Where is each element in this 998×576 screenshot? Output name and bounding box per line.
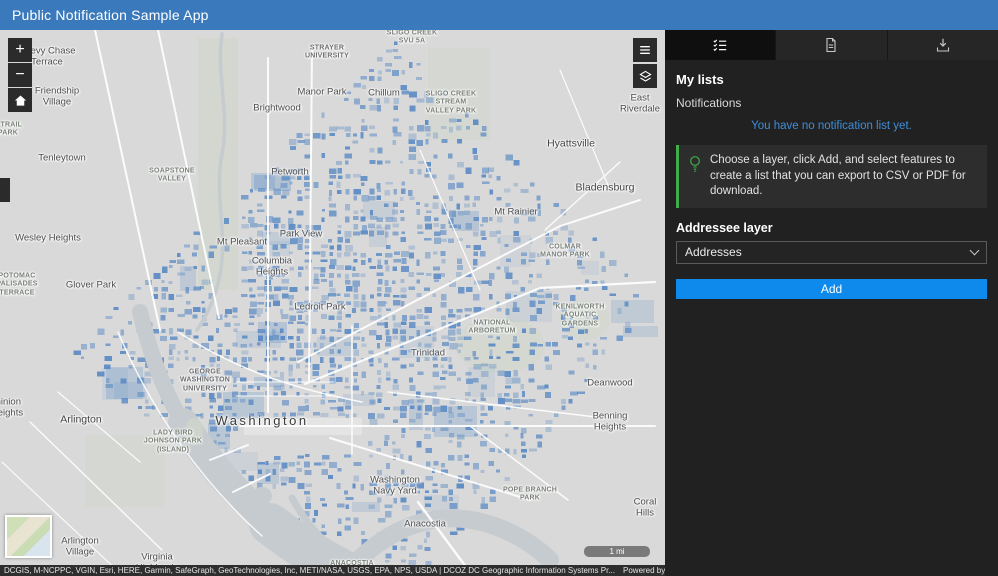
basemap-canvas xyxy=(0,30,665,576)
hint-text: Choose a layer, click Add, and select fe… xyxy=(710,153,978,200)
tab-lists[interactable] xyxy=(665,30,776,60)
map-top-right-controls xyxy=(633,38,657,88)
layers-icon xyxy=(638,69,653,84)
layers-button[interactable] xyxy=(633,64,657,88)
basemap-toggle[interactable] xyxy=(5,515,52,558)
panel-body: My lists Notifications You have no notif… xyxy=(665,60,998,311)
layer-select[interactable]: Addresses xyxy=(676,241,987,264)
home-button[interactable] xyxy=(8,88,32,112)
add-button[interactable]: Add xyxy=(676,279,987,299)
side-panel: My lists Notifications You have no notif… xyxy=(665,30,998,576)
app-title: Public Notification Sample App xyxy=(12,7,209,23)
app-header: Public Notification Sample App xyxy=(0,0,998,30)
tab-report[interactable] xyxy=(776,30,887,60)
map-view[interactable]: Chevy Chase TerraceFriendship VillageT T… xyxy=(0,30,665,576)
panel-tabs xyxy=(665,30,998,60)
collapsed-widget-button[interactable] xyxy=(0,178,10,202)
scale-bar-label: 1 mi xyxy=(609,547,624,556)
notifications-label: Notifications xyxy=(676,96,987,110)
tab-download[interactable] xyxy=(888,30,998,60)
scale-bar: 1 mi xyxy=(584,546,650,557)
zoom-in-button[interactable]: + xyxy=(8,38,32,62)
menu-button[interactable] xyxy=(633,38,657,62)
zoom-control: + − xyxy=(8,38,32,87)
layer-select-value: Addresses xyxy=(685,245,742,259)
hint-box: Choose a layer, click Add, and select fe… xyxy=(676,145,987,208)
home-icon xyxy=(13,93,28,108)
chevron-down-icon xyxy=(970,245,980,255)
my-lists-title: My lists xyxy=(676,72,987,87)
checklist-icon xyxy=(712,37,728,53)
hamburger-icon xyxy=(638,43,652,57)
download-icon xyxy=(935,37,951,53)
empty-list-message: You have no notification list yet. xyxy=(676,120,987,132)
zoom-out-button[interactable]: − xyxy=(8,63,32,87)
addressee-layer-label: Addressee layer xyxy=(676,221,987,235)
file-icon xyxy=(823,37,839,53)
attribution-text: DCGIS, M-NCPPC, VGIN, Esri, HERE, Garmin… xyxy=(4,566,615,575)
powered-by-esri: Powered by Esri xyxy=(615,566,665,575)
attribution-bar: DCGIS, M-NCPPC, VGIN, Esri, HERE, Garmin… xyxy=(0,565,665,576)
lightbulb-icon xyxy=(688,155,702,173)
app-root: Public Notification Sample App Chevy Cha… xyxy=(0,0,998,576)
